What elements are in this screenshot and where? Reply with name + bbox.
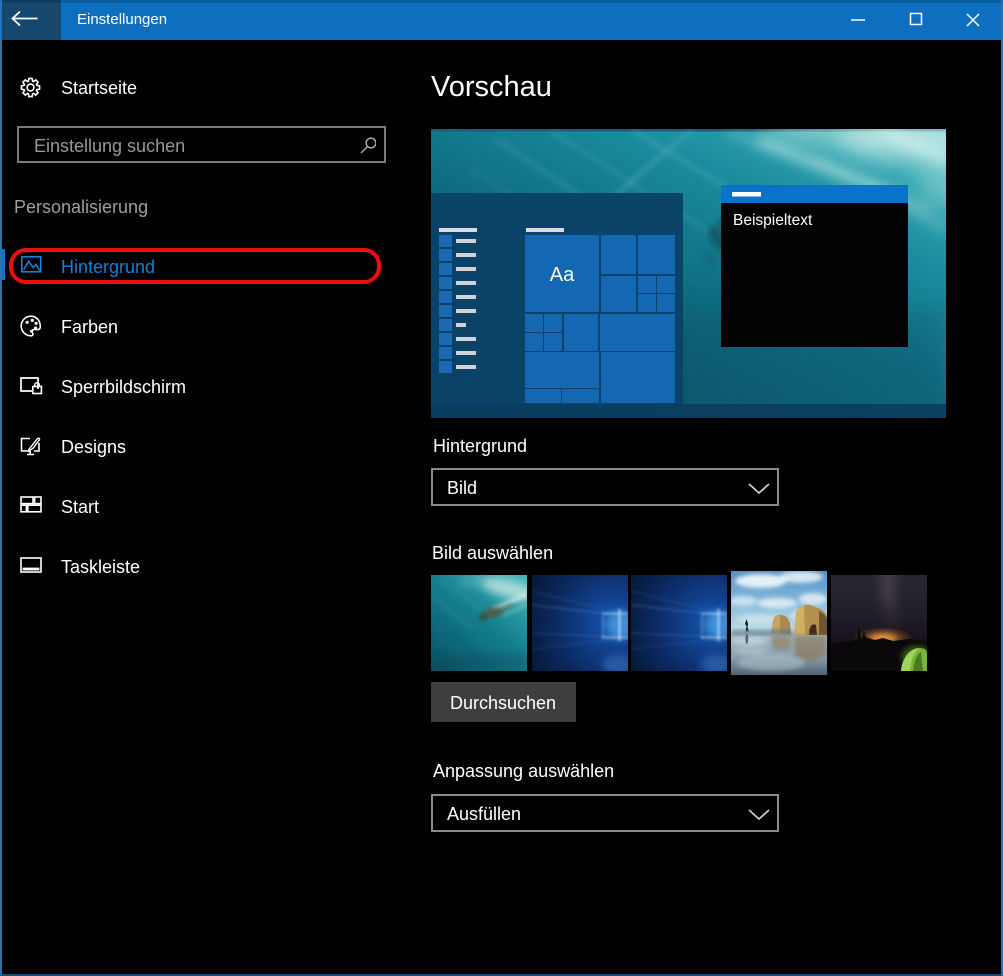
svg-text:Beispieltext: Beispieltext [733, 212, 813, 229]
svg-text:Aa: Aa [550, 264, 575, 286]
